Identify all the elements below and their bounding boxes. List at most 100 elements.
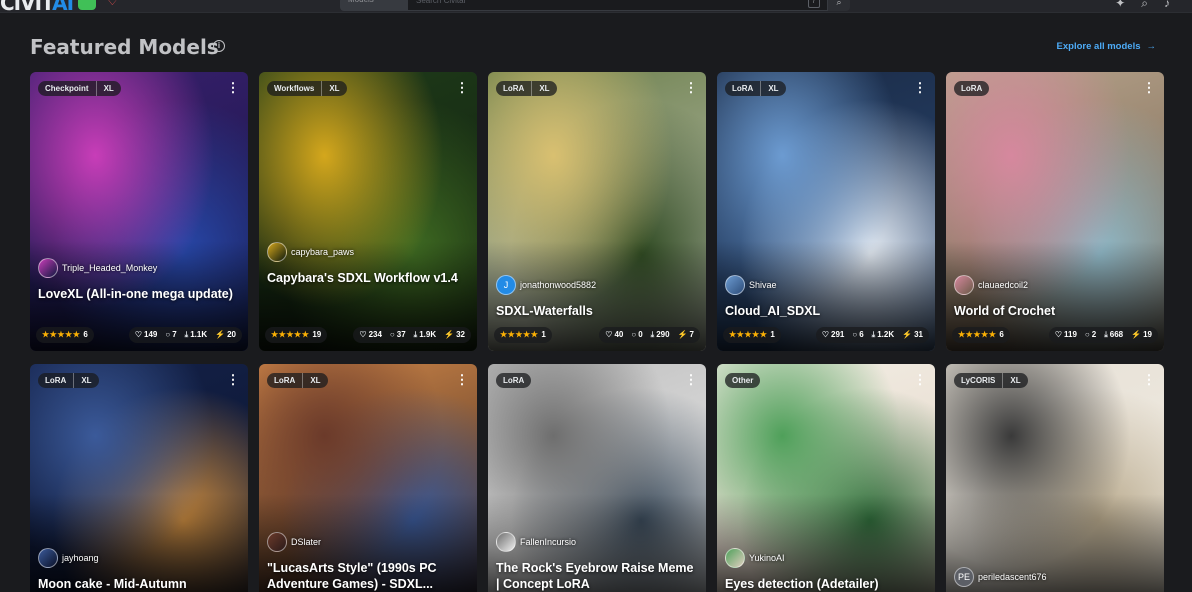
creator-info[interactable]: Jjonathonwood5882 <box>496 275 596 295</box>
metric-value: 19 <box>1143 330 1152 339</box>
metric-buzz: ⚡ 32 <box>444 330 465 339</box>
model-title[interactable]: SDXL-Waterfalls <box>496 303 696 319</box>
metric-comments: ○ 7 <box>165 330 176 339</box>
bell-icon[interactable]: ♪ <box>1164 0 1170 11</box>
model-card[interactable]: LoRA ⋮ FallenIncursio The Rock's Eyebrow Ra… <box>488 364 706 592</box>
creator-name[interactable]: jayhoang <box>62 553 99 563</box>
metric-value: 119 <box>1064 330 1077 339</box>
more-options-icon[interactable]: ⋮ <box>226 81 240 97</box>
model-type-badges: LoRA XL <box>725 81 786 96</box>
avatar[interactable] <box>267 242 287 262</box>
download-icon: ⤓ <box>871 329 876 339</box>
more-options-icon[interactable]: ⋮ <box>913 81 927 97</box>
create-icon[interactable]: ✦ <box>1115 0 1125 11</box>
metric-downloads: ⤓ 1.1K <box>185 330 207 340</box>
more-options-icon[interactable]: ⋮ <box>913 373 927 389</box>
creator-info[interactable]: Shivae <box>725 275 777 295</box>
creator-info[interactable]: YukinoAI <box>725 548 785 568</box>
heart-icon[interactable]: ♡ <box>107 0 118 8</box>
rating-count: 19 <box>312 330 322 339</box>
creator-info[interactable]: jayhoang <box>38 548 99 568</box>
heart-icon: ♡ <box>821 330 830 339</box>
metric-buzz: ⚡ 31 <box>902 330 923 339</box>
search-type-select[interactable]: Models <box>340 0 408 11</box>
star-icon: ★★★★★ <box>271 330 310 339</box>
model-title[interactable]: World of Crochet <box>954 303 1154 319</box>
model-title[interactable]: LoveXL (All-in-one mega update) <box>38 286 238 302</box>
model-stats: ★★★★★ 1 ♡ 40 ○ 0 ⤓ 290 ⚡ 7 <box>494 326 700 343</box>
model-title[interactable]: "LucasArts Style" (1990s PC Adventure Ga… <box>267 560 467 592</box>
more-options-icon[interactable]: ⋮ <box>455 81 469 97</box>
heart-icon: ♡ <box>1054 330 1063 339</box>
metric-likes: ♡ 40 <box>605 330 623 339</box>
more-options-icon[interactable]: ⋮ <box>684 81 698 97</box>
model-card[interactable]: Workflows XL ⋮ capybara_paws Capybara's SDXL… <box>259 72 477 351</box>
creator-info[interactable]: PE periledascent676 <box>954 567 1047 587</box>
model-title[interactable]: Moon cake - Mid-Autumn <box>38 576 238 592</box>
creator-name[interactable]: Triple_Headed_Monkey <box>62 263 157 273</box>
search-icon[interactable]: ⌕ <box>828 0 850 11</box>
more-options-icon[interactable]: ⋮ <box>1142 373 1156 389</box>
avatar[interactable] <box>954 275 974 295</box>
model-card[interactable]: Other ⋮ YukinoAI Eyes detection (Adetailer) <box>717 364 935 592</box>
metric-downloads: ⤓ 1.2K <box>872 330 894 340</box>
metric-value: 6 <box>859 330 864 339</box>
metric-value: 1.9K <box>419 330 437 339</box>
creator-name[interactable]: jonathonwood5882 <box>520 280 596 290</box>
heart-icon: ♡ <box>359 330 367 339</box>
heart-icon: ♡ <box>605 330 613 339</box>
avatar[interactable]: J <box>496 275 516 295</box>
comment-icon: ○ <box>631 330 637 339</box>
info-icon[interactable]: i <box>213 40 225 52</box>
model-card[interactable]: LoRA ⋮ clauaedcoil2 World of Crochet ★★★★★ 6 ♡… <box>946 72 1164 351</box>
comment-icon: ○ <box>389 330 395 339</box>
more-options-icon[interactable]: ⋮ <box>684 373 698 389</box>
creator-name[interactable]: capybara_paws <box>291 247 354 257</box>
model-type-badges: LoRA XL <box>38 373 99 388</box>
model-card[interactable]: LoRA XL ⋮ Shivae Cloud_AI_SDXL ★★★★★ 1 ♡ 291 ○ 6 ⤓ 1… <box>717 72 935 351</box>
model-title[interactable]: The Rock's Eyebrow Raise Meme | Concept … <box>496 560 696 592</box>
creator-name[interactable]: DSlater <box>291 537 321 547</box>
search-icon[interactable]: ⌕ <box>1141 0 1148 11</box>
metric-value: 32 <box>456 330 465 339</box>
lightning-icon: ⚡ <box>444 330 455 339</box>
model-type-badge: LoRA <box>274 376 296 385</box>
more-options-icon[interactable]: ⋮ <box>226 373 240 389</box>
model-type-badge: LoRA <box>961 84 983 93</box>
creator-info[interactable]: clauaedcoil2 <box>954 275 1028 295</box>
model-title[interactable]: Capybara's SDXL Workflow v1.4 <box>267 270 467 286</box>
avatar[interactable] <box>725 548 745 568</box>
creator-name[interactable]: FallenIncursio <box>520 537 576 547</box>
avatar[interactable] <box>267 532 287 552</box>
creator-info[interactable]: capybara_paws <box>267 242 354 262</box>
more-options-icon[interactable]: ⋮ <box>455 373 469 389</box>
avatar[interactable] <box>38 548 58 568</box>
model-title[interactable]: Eyes detection (Adetailer) <box>725 576 925 592</box>
avatar[interactable]: PE <box>954 567 974 587</box>
model-card[interactable]: LoRA XL ⋮ DSlater "LucasArts Style" (1990s P… <box>259 364 477 592</box>
site-logo[interactable]: CIVITAI <box>0 0 74 15</box>
avatar[interactable] <box>496 532 516 552</box>
creator-info[interactable]: FallenIncursio <box>496 532 576 552</box>
metrics-pill: ♡ 291 ○ 6 ⤓ 1.2K ⚡ 31 <box>815 326 929 343</box>
model-title[interactable]: Cloud_AI_SDXL <box>725 303 925 319</box>
creator-name[interactable]: clauaedcoil2 <box>978 280 1028 290</box>
creator-name[interactable]: Shivae <box>749 280 777 290</box>
lightning-icon: ⚡ <box>1131 330 1142 339</box>
more-options-icon[interactable]: ⋮ <box>1142 81 1156 97</box>
model-card[interactable]: LyCORIS XL ⋮ PE periledascent676 <box>946 364 1164 592</box>
model-card[interactable]: LoRA XL ⋮ Jjonathonwood5882 SDXL-Waterfalls ★… <box>488 72 706 351</box>
model-type-badge: XL <box>321 81 346 96</box>
explore-all-link[interactable]: Explore all models → <box>1057 41 1156 52</box>
search-input[interactable]: Search Civitai <box>408 0 828 11</box>
creator-name[interactable]: YukinoAI <box>749 553 785 563</box>
creator-info[interactable]: Triple_Headed_Monkey <box>38 258 157 278</box>
metric-likes: ♡ 234 <box>359 330 382 339</box>
model-card[interactable]: Checkpoint XL ⋮ Triple_Headed_Monkey LoveXL … <box>30 72 248 351</box>
model-type-badge: Checkpoint <box>45 84 89 93</box>
creator-info[interactable]: DSlater <box>267 532 321 552</box>
model-card[interactable]: LoRA XL ⋮ jayhoang Moon cake - Mid-Autumn <box>30 364 248 592</box>
avatar[interactable] <box>725 275 745 295</box>
creator-name[interactable]: periledascent676 <box>978 572 1047 582</box>
avatar[interactable] <box>38 258 58 278</box>
